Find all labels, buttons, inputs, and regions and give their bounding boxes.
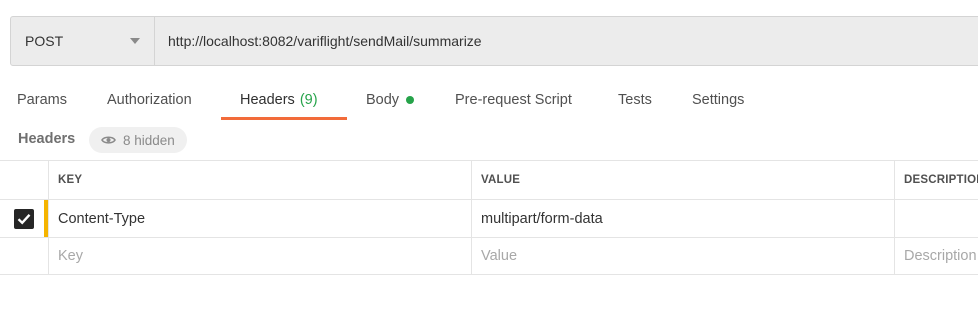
hidden-headers-label: 8 hidden (123, 132, 175, 148)
new-value-input[interactable] (481, 248, 895, 264)
hidden-headers-toggle[interactable]: 8 hidden (89, 127, 187, 153)
request-bar: POST (10, 16, 978, 66)
eye-icon (101, 136, 116, 144)
tab-label: Pre-request Script (455, 92, 572, 108)
empty-checkbox-cell (0, 238, 48, 274)
chevron-down-icon (130, 38, 140, 44)
new-description-input[interactable] (904, 248, 978, 264)
tab-label: Body (366, 92, 400, 108)
row-checkbox[interactable] (14, 208, 34, 229)
url-input[interactable] (155, 17, 978, 65)
column-header-description: DESCRIPTION (894, 161, 978, 199)
table-row-new (0, 237, 978, 275)
method-label: POST (25, 33, 64, 49)
tab-count-badge: (9) (299, 92, 318, 108)
checkbox-column-header (0, 161, 48, 199)
column-header-key: KEY (48, 161, 472, 199)
header-key-cell[interactable]: Content-Type (48, 200, 472, 237)
column-header-value: VALUE (471, 161, 895, 199)
request-tabs: Params Authorization Headers (9) Body Pr… (0, 80, 978, 120)
active-tab-underline (221, 117, 347, 120)
header-value-cell[interactable]: multipart/form-data (471, 200, 895, 237)
checkmark-icon (17, 213, 31, 225)
new-key-input[interactable] (58, 248, 472, 264)
tab-label: Settings (692, 92, 745, 108)
new-value-cell (471, 238, 895, 274)
tab-settings[interactable]: Settings (692, 80, 744, 120)
headers-table: KEY VALUE DESCRIPTION Content-Type multi… (0, 160, 978, 275)
row-checkbox-cell (0, 200, 48, 237)
method-select[interactable]: POST (11, 17, 155, 65)
tab-tests[interactable]: Tests (618, 80, 652, 120)
table-header-row: KEY VALUE DESCRIPTION (0, 160, 978, 199)
new-key-cell (48, 238, 472, 274)
tab-authorization[interactable]: Authorization (107, 80, 192, 120)
tab-label: Tests (618, 92, 652, 108)
tab-label: Headers (240, 92, 295, 108)
headers-section-title: Headers (18, 131, 76, 147)
tab-label: Params (17, 92, 67, 108)
tab-body[interactable]: Body (366, 80, 415, 120)
tab-headers[interactable]: Headers (9) (240, 80, 318, 120)
new-description-cell (894, 238, 978, 274)
table-row: Content-Type multipart/form-data (0, 199, 978, 237)
tab-params[interactable]: Params (17, 80, 67, 120)
tab-label: Authorization (107, 92, 192, 108)
header-description-cell[interactable] (894, 200, 978, 237)
tab-pre-request-script[interactable]: Pre-request Script (455, 80, 572, 120)
green-dot-icon (406, 96, 415, 104)
